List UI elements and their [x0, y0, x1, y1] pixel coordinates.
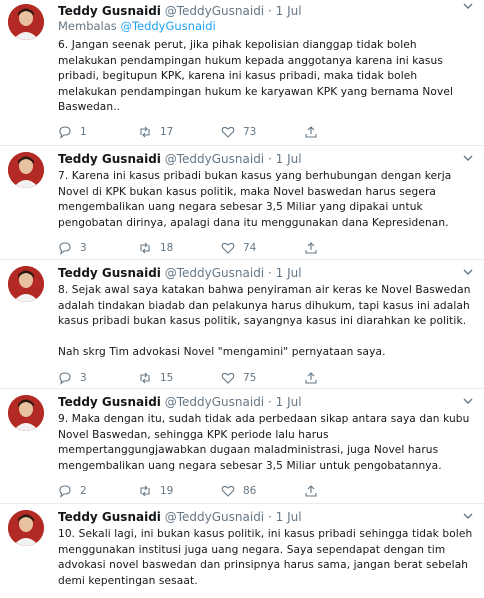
author-handle[interactable]: @TeddyGusnaidi: [165, 395, 264, 409]
retweet-icon: [140, 242, 150, 254]
like-icon: [221, 485, 235, 497]
separator-dot: ·: [267, 152, 272, 166]
reply-count: 3: [80, 242, 87, 254]
reply-button[interactable]: 1: [58, 125, 87, 139]
avatar[interactable]: [8, 395, 44, 431]
reply-prefix: Membalas: [58, 19, 121, 33]
like-button[interactable]: 75: [221, 371, 256, 385]
chevron-down-icon[interactable]: [462, 395, 474, 407]
tweet[interactable]: Teddy Gusnaidi @TeddyGusnaidi · 1 Jul 7.…: [0, 146, 484, 260]
retweet-icon: [140, 126, 150, 137]
tweet-actions: 3 15 75: [58, 371, 474, 389]
chevron-down-icon[interactable]: [462, 266, 474, 278]
separator-dot: ·: [267, 510, 272, 524]
tweet-actions: 3 18 74: [58, 241, 474, 259]
author-handle[interactable]: @TeddyGusnaidi: [165, 510, 264, 524]
tweet-text: 6. Jangan seenak perut, jika pihak kepol…: [58, 39, 454, 113]
tweet-header: Teddy Gusnaidi @TeddyGusnaidi · 1 Jul: [58, 146, 474, 167]
tweet-text: 9. Maka dengan itu, sudah tidak ada perb…: [58, 413, 470, 472]
retweet-count: 19: [160, 485, 174, 497]
retweet-count: 15: [160, 371, 174, 384]
author-name[interactable]: Teddy Gusnaidi: [58, 395, 161, 409]
like-icon: [221, 242, 235, 254]
like-icon: [221, 372, 235, 384]
reply-count: 1: [80, 125, 87, 138]
share-button[interactable]: [304, 125, 318, 139]
like-count: 86: [243, 485, 257, 497]
reply-context: Membalas @TeddyGusnaidi: [58, 19, 474, 34]
reply-icon: [59, 485, 71, 498]
chevron-down-icon[interactable]: [462, 152, 474, 164]
retweet-button[interactable]: 18: [138, 241, 173, 255]
separator-dot: ·: [267, 266, 272, 280]
avatar[interactable]: [8, 152, 44, 188]
tweet-text: 8. Sejak awal saya katakan bahwa penyira…: [58, 284, 471, 358]
avatar[interactable]: [8, 266, 44, 302]
tweet-time[interactable]: 1 Jul: [276, 395, 302, 409]
tweet[interactable]: Teddy Gusnaidi @TeddyGusnaidi · 1 Jul Me…: [0, 0, 484, 146]
tweet-header: Teddy Gusnaidi @TeddyGusnaidi · 1 Jul: [58, 389, 474, 410]
tweet-time[interactable]: 1 Jul: [276, 266, 302, 280]
like-button[interactable]: 86: [221, 484, 256, 498]
chevron-down-icon[interactable]: [462, 510, 474, 522]
share-button[interactable]: [304, 371, 318, 385]
tweet-text: 10. Sekali lagi, ini bukan kasus politik…: [58, 528, 473, 587]
retweet-icon: [140, 372, 150, 383]
share-icon: [305, 242, 317, 254]
tweet-header: Teddy Gusnaidi @TeddyGusnaidi · 1 Jul: [58, 260, 474, 281]
like-button[interactable]: 74: [221, 241, 256, 255]
like-count: 74: [243, 242, 257, 254]
retweet-button[interactable]: 15: [138, 371, 173, 385]
retweet-icon: [140, 485, 150, 497]
tweet-header: Teddy Gusnaidi @TeddyGusnaidi · 1 Jul: [58, 504, 474, 525]
like-icon: [221, 126, 235, 138]
author-handle[interactable]: @TeddyGusnaidi: [165, 152, 264, 166]
like-button[interactable]: 73: [221, 125, 256, 139]
chevron-down-icon[interactable]: [462, 0, 474, 12]
reply-icon: [59, 242, 71, 255]
share-icon: [305, 125, 317, 138]
author-name[interactable]: Teddy Gusnaidi: [58, 510, 161, 524]
retweet-button[interactable]: 17: [138, 125, 173, 139]
reply-count: 2: [80, 485, 87, 497]
reply-icon: [59, 125, 71, 139]
tweet-text: 7. Karena ini kasus pribadi bukan kasus …: [58, 170, 452, 229]
separator-dot: ·: [267, 395, 272, 409]
tweet-actions: 2 19 86: [58, 484, 474, 502]
author-name[interactable]: Teddy Gusnaidi: [58, 152, 161, 166]
timeline: Teddy Gusnaidi @TeddyGusnaidi · 1 Jul Me…: [0, 0, 484, 598]
retweet-count: 18: [160, 242, 174, 254]
tweet-time[interactable]: 1 Jul: [276, 152, 302, 166]
like-count: 73: [243, 125, 257, 138]
tweet[interactable]: Teddy Gusnaidi @TeddyGusnaidi · 1 Jul 9.…: [0, 389, 484, 504]
reply-mention[interactable]: @TeddyGusnaidi: [120, 19, 215, 33]
avatar[interactable]: [8, 510, 44, 546]
tweet-header: Teddy Gusnaidi @TeddyGusnaidi · 1 Jul: [58, 0, 474, 19]
author-name[interactable]: Teddy Gusnaidi: [58, 266, 161, 280]
tweet-time[interactable]: 1 Jul: [276, 510, 302, 524]
tweet[interactable]: Teddy Gusnaidi @TeddyGusnaidi · 1 Jul 10…: [0, 504, 484, 598]
retweet-button[interactable]: 19: [138, 484, 173, 498]
share-icon: [305, 485, 317, 497]
reply-icon: [59, 371, 71, 385]
reply-button[interactable]: 3: [58, 371, 87, 385]
author-handle[interactable]: @TeddyGusnaidi: [165, 4, 264, 18]
share-icon: [305, 371, 317, 384]
reply-button[interactable]: 2: [58, 484, 87, 498]
reply-count: 3: [80, 371, 87, 384]
reply-button[interactable]: 3: [58, 241, 87, 255]
separator-dot: ·: [267, 4, 272, 18]
tweet[interactable]: Teddy Gusnaidi @TeddyGusnaidi · 1 Jul 8.…: [0, 260, 484, 389]
retweet-count: 17: [160, 125, 174, 138]
share-button[interactable]: [304, 484, 318, 498]
author-handle[interactable]: @TeddyGusnaidi: [165, 266, 264, 280]
avatar[interactable]: [8, 4, 44, 40]
tweet-actions: 1 17 73: [58, 125, 474, 143]
tweet-time[interactable]: 1 Jul: [276, 4, 302, 18]
like-count: 75: [243, 371, 257, 384]
author-name[interactable]: Teddy Gusnaidi: [58, 4, 161, 18]
share-button[interactable]: [304, 241, 318, 255]
